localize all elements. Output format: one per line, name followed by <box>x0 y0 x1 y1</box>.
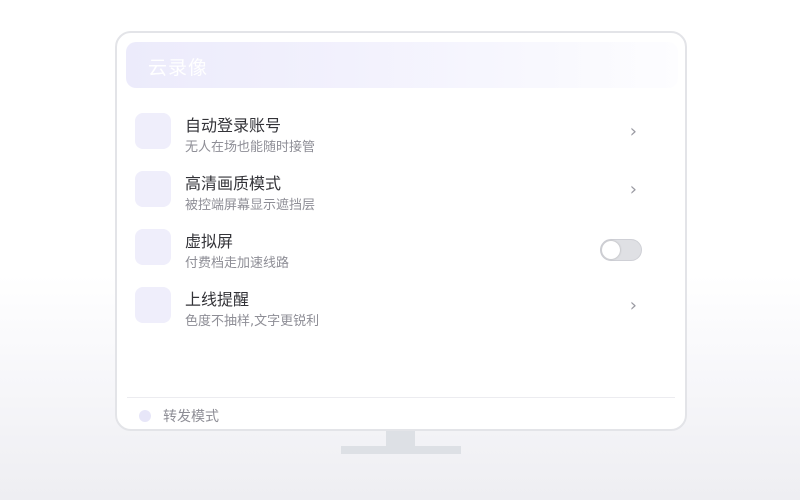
online-alert-icon <box>135 287 171 323</box>
setting-title: 虚拟屏 <box>185 232 234 251</box>
virtual-screen-icon <box>135 229 171 265</box>
app-title: 云录像 <box>148 57 209 79</box>
monitor-stand-base <box>341 446 461 454</box>
setting-item-hd-quality[interactable]: 高清画质模式 被控端屏幕显示遮挡层 › <box>117 161 685 219</box>
setting-title: 高清画质模式 <box>185 174 282 193</box>
setting-subtitle: 被控端屏幕显示遮挡层 <box>185 198 316 213</box>
setting-item-virtual-screen: 虚拟屏 付费档走加速线路 <box>117 219 685 277</box>
setting-subtitle: 付费档走加速线路 <box>185 256 290 271</box>
title-bar: 云录像 <box>126 42 678 88</box>
chevron-right-icon[interactable]: › <box>630 295 637 316</box>
footer-label: 转发模式 <box>163 409 219 425</box>
setting-title: 自动登录账号 <box>185 116 282 135</box>
radio-dot-icon[interactable] <box>139 410 151 422</box>
virtual-screen-toggle[interactable] <box>600 239 642 261</box>
setting-subtitle: 色度不抽样,文字更锐利 <box>185 314 320 329</box>
auto-login-icon <box>135 113 171 149</box>
monitor-window: 云录像 自动登录账号 无人在场也能随时接管 › 高清画质模式 被控端屏幕显示遮挡… <box>115 31 687 431</box>
setting-item-online-alert[interactable]: 上线提醒 色度不抽样,文字更锐利 › <box>117 277 685 335</box>
setting-subtitle: 无人在场也能随时接管 <box>185 140 316 155</box>
monitor-stand-neck <box>386 431 415 447</box>
setting-item-auto-login[interactable]: 自动登录账号 无人在场也能随时接管 › <box>117 103 685 161</box>
chevron-right-icon[interactable]: › <box>630 121 637 142</box>
setting-title: 上线提醒 <box>185 290 250 309</box>
hd-quality-icon <box>135 171 171 207</box>
footer-divider <box>127 397 675 398</box>
chevron-right-icon[interactable]: › <box>630 179 637 200</box>
toggle-knob <box>602 241 620 259</box>
